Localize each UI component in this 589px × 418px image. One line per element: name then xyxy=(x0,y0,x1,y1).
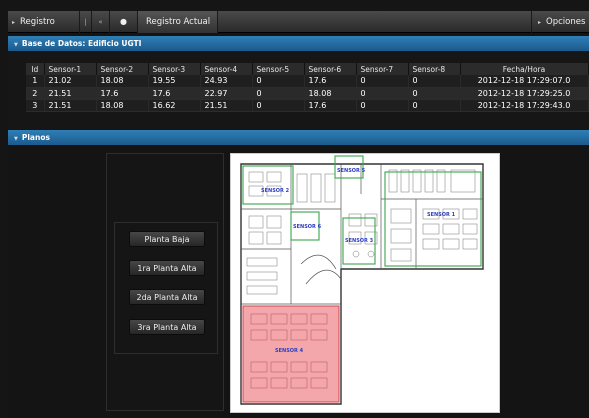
table-cell: 16.62 xyxy=(148,99,201,112)
table-cell: 0 xyxy=(252,75,305,88)
column-header[interactable]: Sensor-6 xyxy=(304,63,357,75)
table-cell: 21.02 xyxy=(44,75,97,88)
sensor-5-label[interactable]: SENSOR 5 xyxy=(337,168,365,174)
planos-section-header[interactable]: ▼ Planos xyxy=(8,130,589,145)
column-header[interactable]: Sensor-2 xyxy=(96,63,149,75)
database-section-header[interactable]: ▼ Base de Datos: Edificio UGTI xyxy=(8,36,589,51)
table-cell: 0 xyxy=(408,87,461,100)
tercera-planta-alta-button[interactable]: 3ra Planta Alta xyxy=(129,319,205,335)
table-cell: 0 xyxy=(252,99,305,112)
table-cell: 17.6 xyxy=(96,87,149,100)
table-cell: 0 xyxy=(356,99,409,112)
chevron-right-icon: ▸ xyxy=(538,19,542,26)
table-cell: 2012-12-18 17:29:07.0 xyxy=(460,75,589,88)
table-cell: 18.08 xyxy=(96,99,149,112)
sensor-2-label[interactable]: SENSOR 2 xyxy=(261,188,289,194)
sensor-table-panel: Id Sensor-1 Sensor-2 Sensor-3 Sensor-4 S… xyxy=(8,51,589,144)
primera-planta-alta-button[interactable]: 1ra Planta Alta xyxy=(129,260,205,276)
registro-actual-button[interactable]: Registro Actual xyxy=(138,11,218,33)
planos-section-title: Planos xyxy=(21,133,50,142)
floor-plan: SENSOR 2 SENSOR 5 SENSOR 1 SENSOR 6 SENS… xyxy=(230,153,500,413)
planos-panel: Planta Baja 1ra Planta Alta 2da Planta A… xyxy=(8,145,589,418)
table-cell: 22.97 xyxy=(200,87,253,100)
table-cell: 0 xyxy=(408,75,461,88)
app-window: ▸ Registro | « ● Registro Actual ▸ Opcione… xyxy=(0,0,589,418)
floor-selector-panel: Planta Baja 1ra Planta Alta 2da Planta A… xyxy=(106,153,224,411)
toolbar: ▸ Registro | « ● Registro Actual ▸ Opcione… xyxy=(8,11,589,33)
floor-button-group: Planta Baja 1ra Planta Alta 2da Planta A… xyxy=(114,222,218,354)
table-cell: 24.93 xyxy=(200,75,253,88)
collapse-icon: ▼ xyxy=(14,42,18,48)
column-header[interactable]: Sensor-4 xyxy=(200,63,253,75)
segunda-planta-alta-button[interactable]: 2da Planta Alta xyxy=(129,289,205,305)
sensor-table: Id Sensor-1 Sensor-2 Sensor-3 Sensor-4 S… xyxy=(26,63,589,112)
column-header[interactable]: Sensor-8 xyxy=(408,63,461,75)
table-cell: 0 xyxy=(356,75,409,88)
record-icon[interactable]: ● xyxy=(110,11,138,33)
collapse-icon: ▼ xyxy=(14,136,18,142)
sensor-3-label[interactable]: SENSOR 3 xyxy=(345,238,373,244)
table-cell: 18.08 xyxy=(304,87,357,100)
database-section-title: Base de Datos: Edificio UGTI xyxy=(21,39,142,48)
table-row[interactable]: 1 21.02 18.08 19.55 24.93 0 17.6 0 0 201… xyxy=(26,75,589,88)
table-cell: 21.51 xyxy=(44,87,97,100)
table-cell: 17.6 xyxy=(304,75,357,88)
table-cell: 2 xyxy=(26,87,45,100)
sensor-1-label[interactable]: SENSOR 1 xyxy=(427,212,455,218)
table-row[interactable]: 2 21.51 17.6 17.6 22.97 0 18.08 0 0 2012… xyxy=(26,87,589,100)
separator-button[interactable]: | xyxy=(80,11,92,33)
table-cell: 19.55 xyxy=(148,75,201,88)
table-cell: 17.6 xyxy=(304,99,357,112)
table-header-row: Id Sensor-1 Sensor-2 Sensor-3 Sensor-4 S… xyxy=(26,63,589,75)
column-header[interactable]: Sensor-7 xyxy=(356,63,409,75)
opciones-menu[interactable]: ▸ Opciones xyxy=(531,11,589,33)
table-cell: 17.6 xyxy=(148,87,201,100)
sensor-4-label[interactable]: SENSOR 4 xyxy=(275,348,303,354)
chevron-right-icon: ▸ xyxy=(12,19,16,26)
table-cell: 0 xyxy=(252,87,305,100)
column-header[interactable]: Sensor-3 xyxy=(148,63,201,75)
column-header[interactable]: Sensor-1 xyxy=(44,63,97,75)
table-cell: 1 xyxy=(26,75,45,88)
previous-icon[interactable]: « xyxy=(92,11,110,33)
table-cell: 3 xyxy=(26,99,45,112)
table-cell: 18.08 xyxy=(96,75,149,88)
registro-menu[interactable]: ▸ Registro xyxy=(8,11,80,33)
table-cell: 2012-12-18 17:29:43.0 xyxy=(460,99,589,112)
table-cell: 0 xyxy=(408,99,461,112)
table-cell: 2012-12-18 17:29:25.0 xyxy=(460,87,589,100)
registro-menu-label: Registro xyxy=(20,17,55,27)
column-header[interactable]: Id xyxy=(26,63,45,75)
table-cell: 0 xyxy=(356,87,409,100)
column-header[interactable]: Sensor-5 xyxy=(252,63,305,75)
planta-baja-button[interactable]: Planta Baja xyxy=(129,231,205,247)
registro-actual-label: Registro Actual xyxy=(146,17,211,27)
sensor-6-label[interactable]: SENSOR 6 xyxy=(293,224,321,230)
table-row[interactable]: 3 21.51 18.08 16.62 21.51 0 17.6 0 0 201… xyxy=(26,99,589,112)
table-cell: 21.51 xyxy=(44,99,97,112)
opciones-menu-label: Opciones xyxy=(546,17,586,27)
column-header[interactable]: Fecha/Hora xyxy=(460,63,589,75)
table-cell: 21.51 xyxy=(200,99,253,112)
